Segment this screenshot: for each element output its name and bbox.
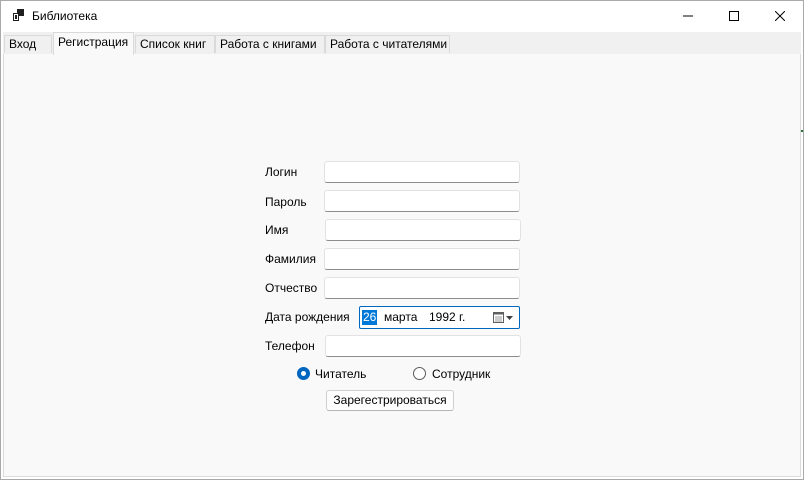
birth-date-label: Дата рождения — [265, 310, 350, 324]
employee-radio[interactable] — [413, 367, 426, 380]
login-input[interactable] — [324, 161, 520, 183]
reader-radio[interactable] — [297, 367, 310, 380]
birth-date-day[interactable]: 26 — [362, 310, 378, 325]
title-bar[interactable]: Библиотека — [1, 1, 803, 31]
last-name-input[interactable] — [324, 248, 520, 270]
close-button[interactable] — [757, 1, 803, 31]
maximize-button[interactable] — [711, 1, 757, 31]
tab-registration[interactable]: Регистрация — [53, 32, 134, 55]
window-title: Библиотека — [32, 9, 98, 23]
calendar-dropdown-icon — [493, 312, 513, 323]
tab-login[interactable]: Вход — [4, 35, 52, 53]
calendar-dropdown-button[interactable] — [492, 309, 516, 326]
birth-date-year[interactable]: 1992 г. — [429, 310, 465, 325]
patronymic-label: Отчество — [265, 281, 318, 295]
password-input[interactable] — [324, 190, 520, 212]
employee-radio-label[interactable]: Сотрудник — [432, 367, 490, 381]
phone-label: Телефон — [265, 339, 315, 353]
birth-date-month[interactable]: марта — [384, 310, 417, 325]
minimize-icon — [683, 15, 693, 17]
last-name-label: Фамилия — [265, 252, 316, 266]
tab-readers-management[interactable]: Работа с читателями — [325, 35, 450, 53]
register-button[interactable]: Зарегестрироваться — [326, 390, 454, 411]
phone-input[interactable] — [325, 335, 521, 357]
login-label: Логин — [265, 165, 298, 179]
reader-radio-label[interactable]: Читатель — [315, 367, 366, 381]
patronymic-input[interactable] — [324, 277, 520, 299]
password-label: Пароль — [265, 195, 307, 209]
birth-date-picker[interactable]: 26 марта 1992 г. — [359, 306, 520, 329]
maximize-icon — [729, 11, 739, 21]
tab-strip: Вход Регистрация Список книг Работа с кн… — [3, 32, 801, 55]
edge-mark — [801, 130, 803, 132]
tab-books-management[interactable]: Работа с книгами — [215, 35, 325, 53]
app-window: Библиотека Вход Регистрация Список книг … — [0, 0, 804, 480]
close-icon — [775, 11, 785, 21]
app-icon — [13, 9, 24, 21]
first-name-input[interactable] — [325, 219, 521, 241]
tab-book-list[interactable]: Список книг — [135, 35, 215, 53]
first-name-label: Имя — [265, 223, 289, 237]
minimize-button[interactable] — [665, 1, 711, 31]
